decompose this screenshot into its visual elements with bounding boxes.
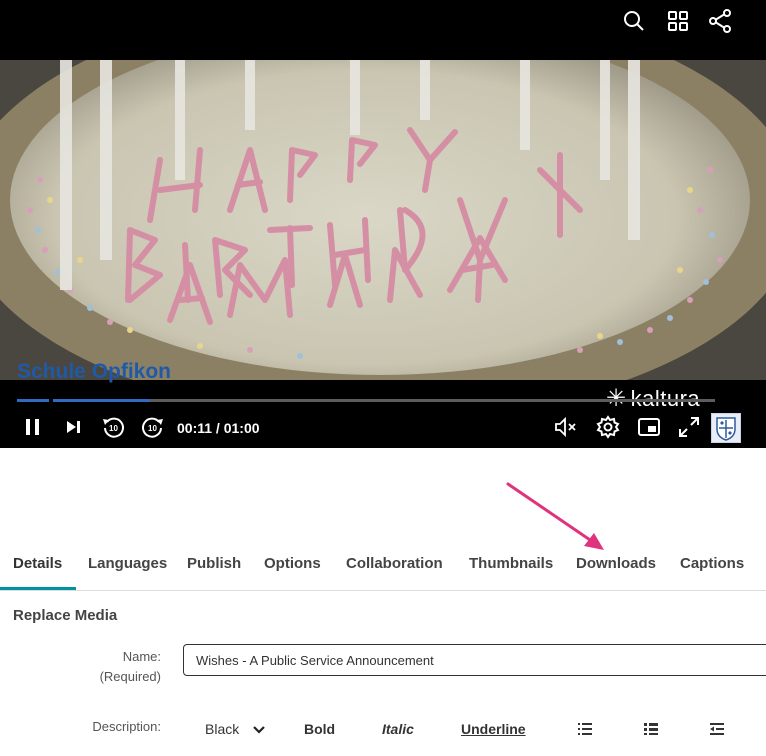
- active-tab-indicator: [0, 587, 76, 590]
- search-icon[interactable]: [621, 8, 647, 34]
- forward-10-icon[interactable]: 10: [140, 414, 166, 440]
- video-frame[interactable]: [0, 60, 766, 380]
- outdent-icon[interactable]: [710, 722, 724, 736]
- tab-downloads[interactable]: Downloads: [576, 555, 656, 572]
- mute-icon[interactable]: [553, 414, 579, 440]
- italic-button[interactable]: Italic: [382, 721, 414, 737]
- tab-collaboration[interactable]: Collaboration: [346, 555, 443, 572]
- tab-captions[interactable]: Captions: [680, 555, 744, 572]
- svg-text:10: 10: [109, 424, 118, 433]
- tab-languages[interactable]: Languages: [88, 555, 167, 572]
- media-tabs: Details Languages Publish Options Collab…: [0, 545, 766, 591]
- progress-bar[interactable]: [17, 399, 715, 402]
- time-display: 00:11 / 01:00: [177, 420, 260, 436]
- color-select-value: Black: [205, 721, 240, 737]
- tab-options[interactable]: Options: [264, 555, 321, 572]
- school-crest-icon: [711, 413, 741, 443]
- replace-media-link[interactable]: Replace Media: [13, 607, 117, 624]
- pause-icon[interactable]: [20, 414, 46, 440]
- bulleted-list-icon[interactable]: [644, 722, 658, 736]
- name-required-label: (Required): [99, 669, 161, 684]
- settings-icon[interactable]: [595, 414, 621, 440]
- underline-button[interactable]: Underline: [461, 721, 526, 737]
- bold-button[interactable]: Bold: [304, 721, 335, 737]
- cake-image: [0, 60, 766, 380]
- progress-played: [17, 399, 150, 402]
- video-player[interactable]: Schule Opfikon ✳kaltura 10 10 00:11 / 01…: [0, 0, 766, 448]
- picture-in-picture-icon[interactable]: [636, 414, 662, 440]
- color-select[interactable]: Black: [205, 721, 265, 738]
- tab-thumbnails[interactable]: Thumbnails: [469, 555, 553, 572]
- svg-text:10: 10: [148, 424, 157, 433]
- fullscreen-icon[interactable]: [676, 414, 702, 440]
- share-icon[interactable]: [707, 8, 733, 34]
- tab-details[interactable]: Details: [13, 555, 62, 572]
- progress-marker: [49, 399, 53, 402]
- player-top-bar: [0, 0, 766, 60]
- rewind-10-icon[interactable]: 10: [100, 414, 126, 440]
- next-icon[interactable]: [60, 414, 86, 440]
- tab-publish[interactable]: Publish: [187, 555, 241, 572]
- annotation-arrow-icon: [506, 482, 604, 550]
- chevron-down-icon: [253, 722, 265, 738]
- name-label: Name:: [122, 649, 161, 664]
- overlay-title: Schule Opfikon: [17, 360, 172, 383]
- grid-icon[interactable]: [665, 8, 691, 34]
- ordered-list-icon[interactable]: [578, 722, 592, 736]
- name-input[interactable]: [183, 644, 766, 676]
- description-label: Description:: [92, 719, 161, 734]
